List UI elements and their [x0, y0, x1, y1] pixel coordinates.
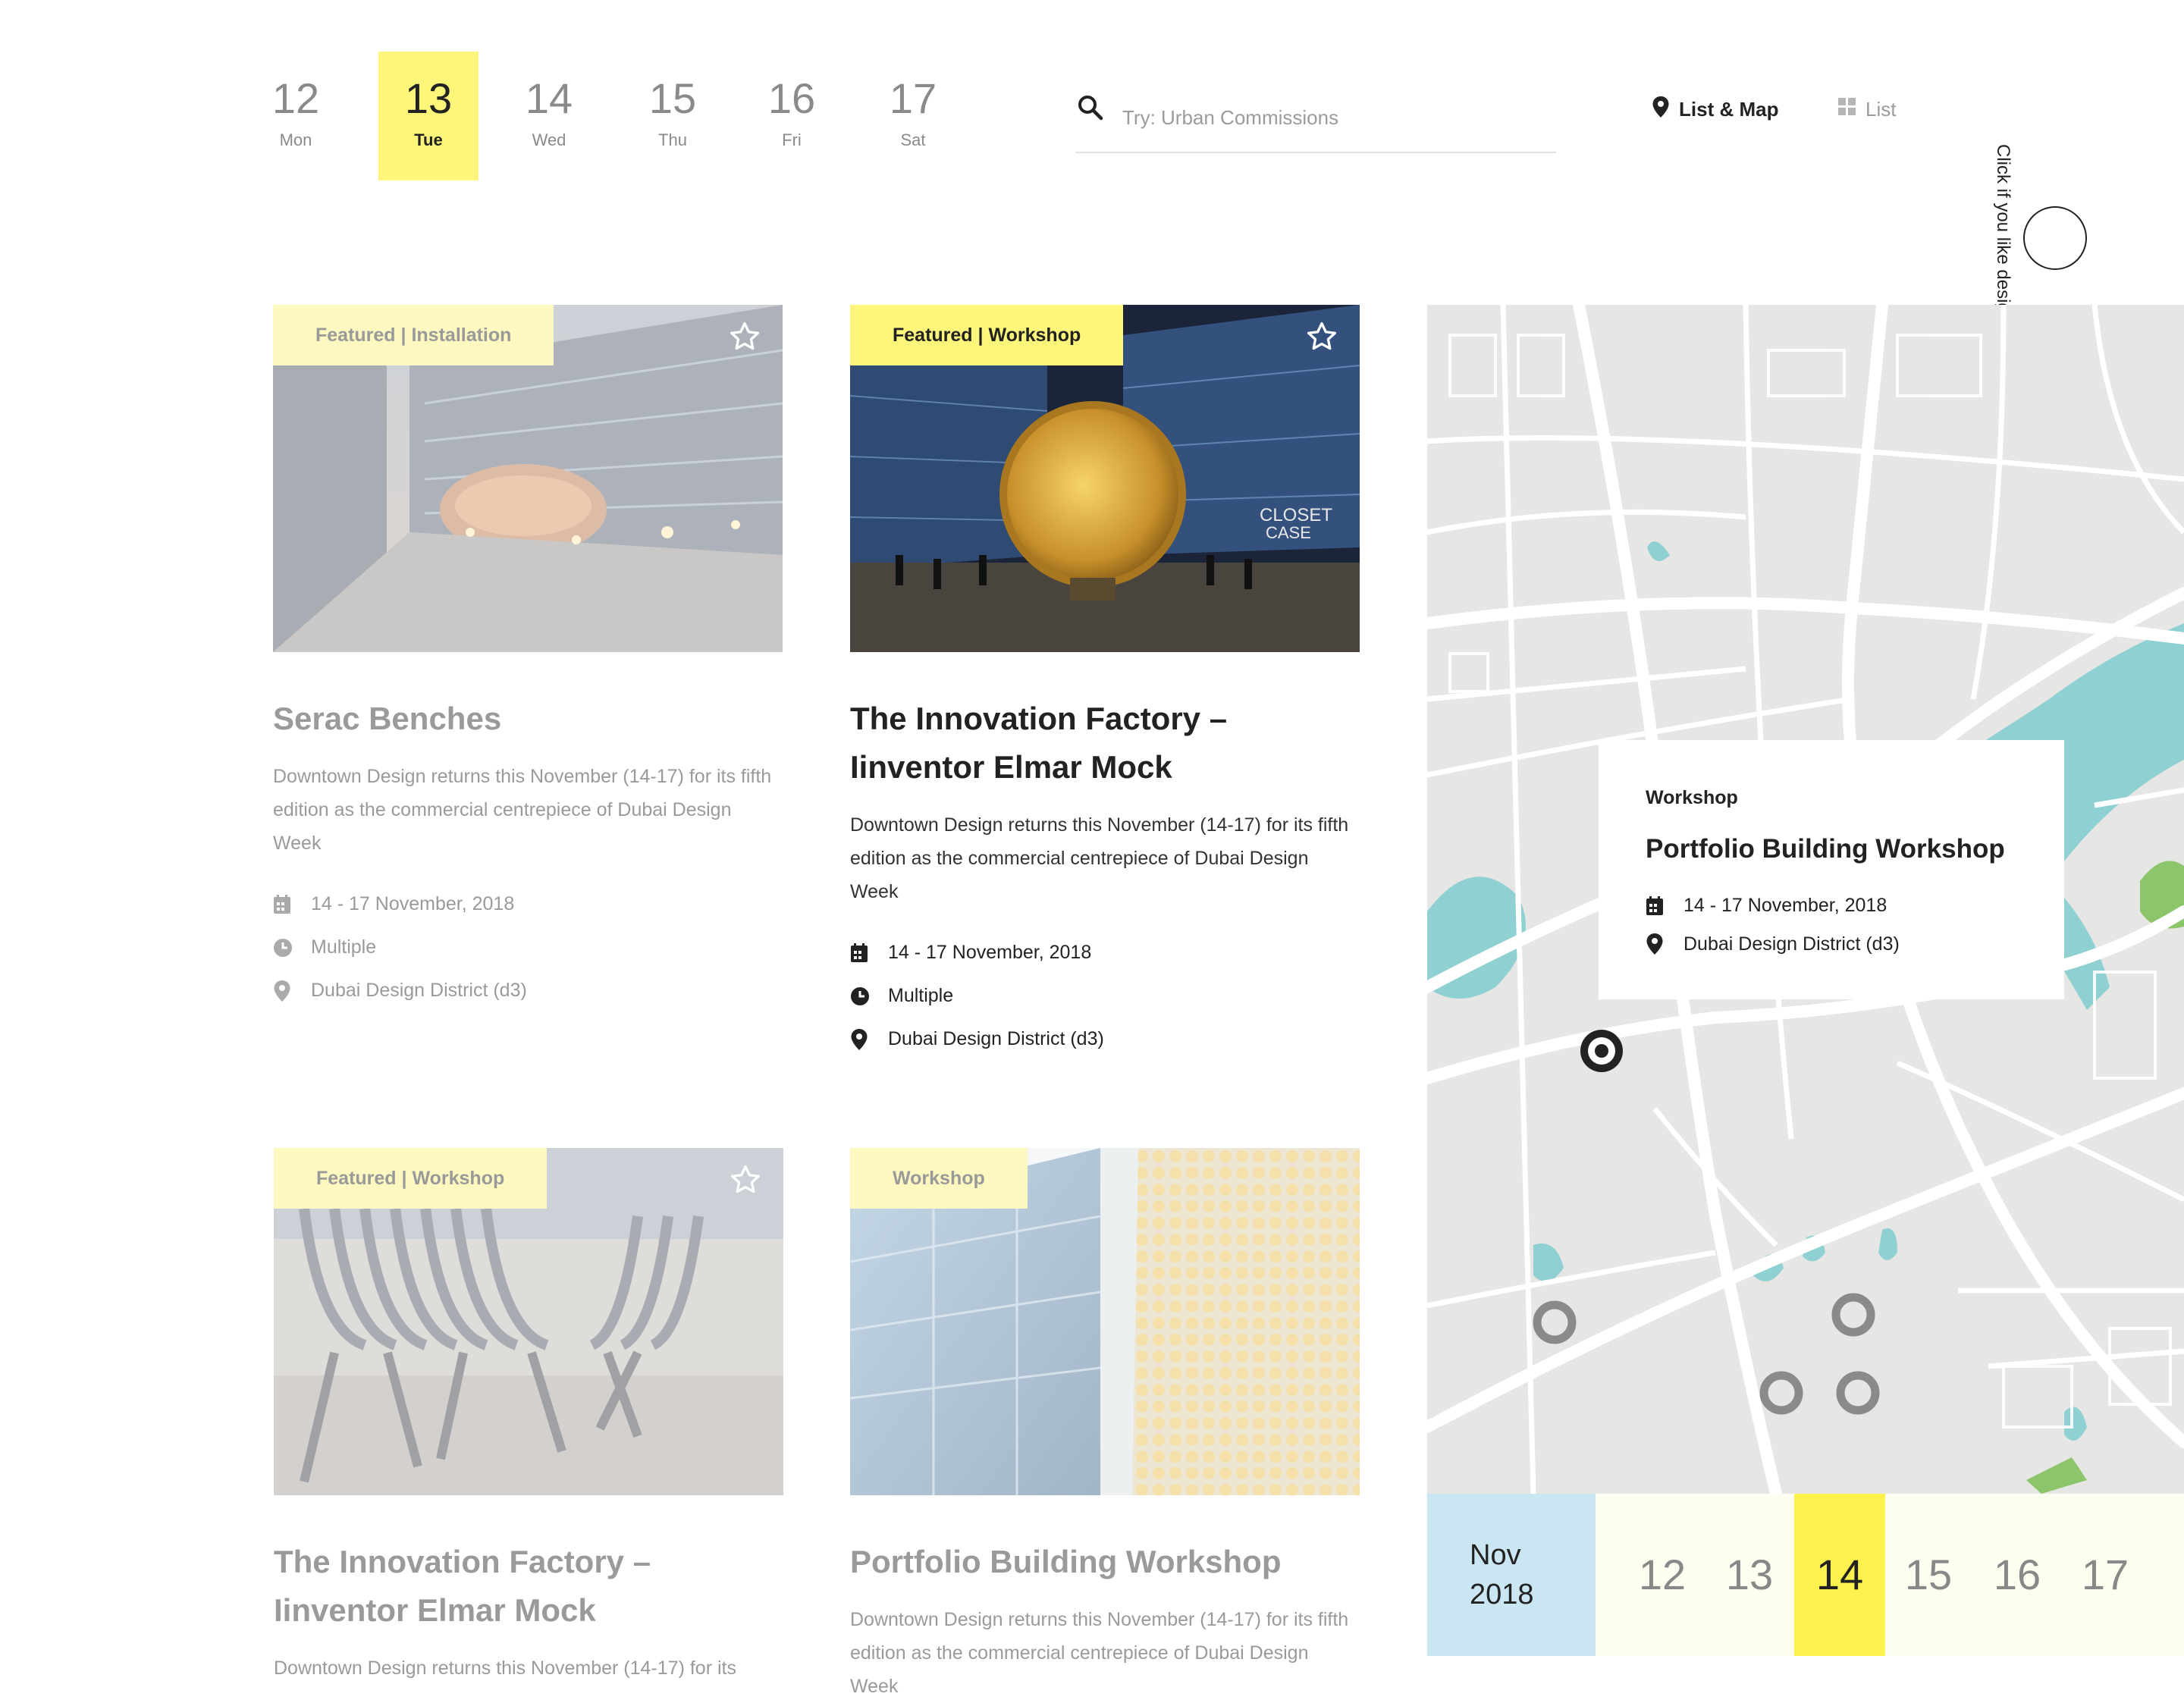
event-location-text: Dubai Design District (d3): [888, 1028, 1104, 1049]
popup-date: 14 - 17 November, 2018: [1646, 895, 1887, 917]
clock-icon: [850, 986, 888, 1006]
date-weekday: Wed: [532, 130, 566, 149]
date-number: 14: [525, 74, 573, 122]
event-tag: Featured | Workshop: [850, 305, 1124, 365]
ring-marker-icon[interactable]: [1759, 1370, 1804, 1419]
event-location: Dubai Design District (d3): [273, 969, 783, 1012]
date-item-14[interactable]: 14 Wed: [499, 52, 599, 180]
event-tag: Workshop: [850, 1148, 1028, 1209]
date-weekday: Sat: [900, 130, 926, 149]
date-item-16[interactable]: 16 Fri: [742, 52, 842, 180]
popup-title[interactable]: Portfolio Building Workshop: [1646, 834, 2005, 864]
pin-icon: [273, 980, 311, 1002]
event-time: Multiple: [273, 926, 783, 969]
event-description: Downtown Design returns this November (1…: [850, 1609, 1349, 1697]
popup-date-text: 14 - 17 November, 2018: [1684, 895, 1887, 916]
date-number: 13: [404, 74, 453, 122]
month-label: Nov 2018: [1427, 1494, 1596, 1656]
event-card[interactable]: Featured | Installation Serac Benches Do…: [273, 305, 783, 1012]
star-icon[interactable]: [729, 1163, 762, 1200]
star-icon[interactable]: [1305, 320, 1338, 357]
event-title[interactable]: The Innovation Factory – Iinventor Elmar…: [274, 1538, 783, 1635]
event-image[interactable]: Featured | Installation: [273, 305, 783, 652]
date-number: 17: [889, 74, 937, 122]
svg-text:CASE: CASE: [1266, 523, 1311, 542]
event-description: Downtown Design returns this November (1…: [274, 1658, 736, 1679]
list-and-map-toggle[interactable]: List & Map: [1652, 94, 1778, 124]
list-and-map-label: List & Map: [1679, 97, 1779, 121]
ring-marker-icon[interactable]: [1835, 1370, 1881, 1419]
pin-icon: [850, 1028, 888, 1051]
search-input[interactable]: [1121, 94, 1549, 141]
strip-day-15[interactable]: 15: [1883, 1494, 1974, 1656]
event-card[interactable]: Featured | Workshop The Innovation Facto…: [274, 1148, 783, 1685]
event-time-text: Multiple: [311, 936, 377, 958]
target-marker-icon[interactable]: [1577, 1027, 1626, 1079]
design-link[interactable]: Click if you like design: [1992, 144, 2013, 323]
date-number: 15: [648, 74, 697, 122]
calendar-icon: [273, 894, 311, 914]
date-weekday: Thu: [658, 130, 687, 149]
event-location-text: Dubai Design District (d3): [311, 980, 527, 1001]
event-time: Multiple: [850, 974, 1360, 1018]
calendar-icon: [850, 942, 888, 963]
map-date-strip: Nov 2018 12 13 14 15 16 17: [1427, 1494, 2184, 1656]
event-title[interactable]: The Innovation Factory – Iinventor Elmar…: [850, 695, 1360, 792]
event-card[interactable]: Workshop Portfolio Building Workshop Dow…: [850, 1148, 1360, 1703]
grid-icon: [1838, 97, 1856, 121]
popup-location-text: Dubai Design District (d3): [1684, 933, 1900, 955]
date-weekday: Fri: [782, 130, 802, 149]
event-date: 14 - 17 November, 2018: [273, 883, 783, 926]
event-description: Downtown Design returns this November (1…: [850, 814, 1349, 902]
strip-day-14[interactable]: 14: [1794, 1494, 1885, 1656]
clock-icon: [273, 938, 311, 958]
event-tag: Featured | Installation: [273, 305, 554, 365]
popup-type: Workshop: [1646, 787, 1738, 808]
month-name: Nov: [1470, 1539, 1521, 1571]
event-title[interactable]: Serac Benches: [273, 695, 783, 743]
strip-day-17[interactable]: 17: [2060, 1494, 2151, 1656]
date-item-13[interactable]: 13 Tue: [378, 52, 479, 180]
ring-marker-icon[interactable]: [1532, 1300, 1577, 1349]
list-label: List: [1866, 97, 1897, 121]
event-title[interactable]: Portfolio Building Workshop: [850, 1538, 1360, 1586]
date-item-15[interactable]: 15 Thu: [623, 52, 723, 180]
search-icon[interactable]: [1077, 94, 1104, 125]
event-location: Dubai Design District (d3): [850, 1018, 1360, 1061]
event-description: Downtown Design returns this November (1…: [273, 766, 772, 854]
event-date-text: 14 - 17 November, 2018: [311, 893, 515, 914]
pin-icon: [1646, 933, 1684, 955]
date-item-12[interactable]: 12 Mon: [246, 52, 346, 180]
month-year: 2018: [1470, 1579, 1534, 1610]
event-image[interactable]: Workshop: [850, 1148, 1360, 1495]
strip-day-13[interactable]: 13: [1704, 1494, 1795, 1656]
date-weekday: Tue: [414, 130, 443, 149]
design-link-circle[interactable]: [2023, 206, 2087, 270]
map-popup[interactable]: Workshop Portfolio Building Workshop 14 …: [1599, 740, 2064, 999]
pin-icon: [1652, 96, 1670, 124]
event-time-text: Multiple: [888, 985, 954, 1006]
date-number: 12: [271, 74, 320, 122]
ring-marker-icon[interactable]: [1831, 1292, 1876, 1341]
event-card[interactable]: CLOSET CASE Featured | Workshop The Inno…: [850, 305, 1360, 1061]
event-image[interactable]: CLOSET CASE Featured | Workshop: [850, 305, 1360, 652]
star-icon[interactable]: [728, 320, 761, 357]
popup-location: Dubai Design District (d3): [1646, 933, 1900, 955]
strip-day-16[interactable]: 16: [1972, 1494, 2063, 1656]
event-date-text: 14 - 17 November, 2018: [888, 942, 1092, 963]
date-item-17[interactable]: 17 Sat: [863, 52, 963, 180]
event-date: 14 - 17 November, 2018: [850, 931, 1360, 974]
event-tag: Featured | Workshop: [274, 1148, 548, 1209]
date-number: 16: [767, 74, 816, 122]
calendar-icon: [1646, 895, 1684, 916]
date-weekday: Mon: [279, 130, 312, 149]
list-toggle[interactable]: List: [1838, 94, 1896, 124]
svg-text:CLOSET: CLOSET: [1260, 505, 1332, 525]
search-bar: [1075, 83, 1556, 153]
strip-day-12[interactable]: 12: [1617, 1494, 1708, 1656]
event-image[interactable]: Featured | Workshop: [274, 1148, 783, 1495]
